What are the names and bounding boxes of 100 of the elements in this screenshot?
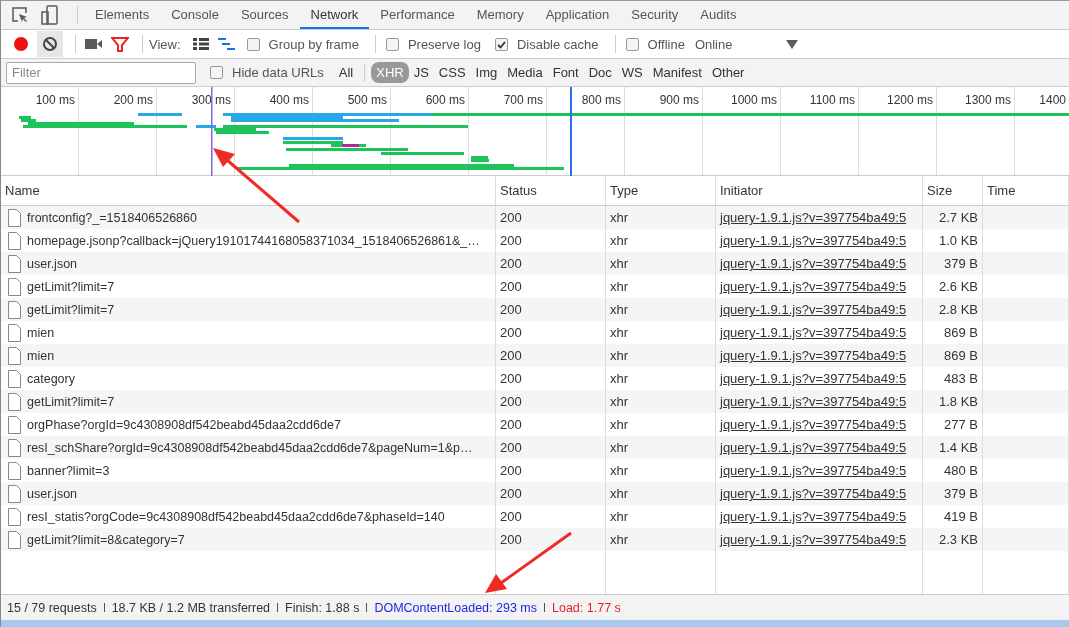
request-name[interactable]: category (27, 371, 75, 386)
request-name[interactable]: orgPhase?orgId=9c4308908df542beabd45daa2cdd6de7 (27, 417, 341, 432)
column-header[interactable]: Name (1, 176, 496, 205)
time-tick-label: 500 ms (347, 92, 388, 107)
checkbox[interactable] (246, 37, 260, 51)
time-tick-label: 400 ms (269, 92, 310, 107)
request-name[interactable]: banner?limit=3 (27, 463, 110, 478)
type-filter-button[interactable]: CSS (433, 62, 471, 83)
initiator-link[interactable]: jquery-1.9.1.js?v=397754ba49:5 (720, 394, 907, 409)
column-header[interactable]: Type (606, 176, 716, 205)
request-name[interactable]: resI_schShare?orgId=9c4308908df542beabd45daa2cdd6de7&pageNum=1&p… (27, 440, 473, 455)
request-type: xhr (610, 486, 629, 501)
checkbox[interactable] (625, 37, 639, 51)
column-header[interactable]: Initiator (716, 176, 923, 205)
type-filter-button[interactable]: Media (502, 62, 548, 83)
initiator-link[interactable]: jquery-1.9.1.js?v=397754ba49:5 (720, 348, 907, 363)
size-value: 1.8 KB (938, 394, 978, 409)
initiator-link[interactable]: jquery-1.9.1.js?v=397754ba49:5 (720, 325, 907, 340)
checkbox[interactable] (385, 37, 399, 51)
column-header[interactable]: Size (923, 176, 983, 205)
request-name[interactable]: mien (27, 325, 55, 340)
column-header[interactable]: Status (496, 176, 606, 205)
device-icon[interactable] (41, 5, 59, 25)
initiator-link[interactable]: jquery-1.9.1.js?v=397754ba49:5 (720, 371, 907, 386)
devtools-tab[interactable]: Memory (465, 1, 535, 29)
status-text: Load: 1.77 s (552, 600, 621, 615)
size-value: 379 B (944, 486, 978, 501)
time-tick-label: 600 ms (425, 92, 466, 107)
devtools-tab[interactable]: Console (160, 1, 230, 29)
record-icon[interactable] (12, 35, 30, 53)
initiator-link[interactable]: jquery-1.9.1.js?v=397754ba49:5 (720, 233, 907, 248)
time-tick-label: 800 ms (581, 92, 622, 107)
request-name[interactable]: getLimit?limit=8&category=7 (27, 532, 185, 547)
devtools-tab[interactable]: Audits (689, 1, 748, 29)
checkbox[interactable] (494, 37, 508, 51)
request-name[interactable]: getLimit?limit=7 (27, 302, 115, 317)
time-tick-label: 100 ms (35, 92, 76, 107)
status-code: 200 (500, 279, 522, 294)
devtools-tab[interactable]: Application (534, 1, 621, 29)
status-text: 15 / 79 requests (7, 600, 97, 615)
waterfall-view-icon[interactable] (217, 36, 236, 52)
filter-field[interactable]: Filter (6, 61, 196, 84)
initiator-link[interactable]: jquery-1.9.1.js?v=397754ba49:5 (720, 463, 907, 478)
initiator-link[interactable]: jquery-1.9.1.js?v=397754ba49:5 (720, 440, 907, 455)
size-value: 1.4 KB (938, 440, 978, 455)
column-header[interactable]: Time (983, 176, 1069, 205)
time-tick-label: 1000 ms (730, 92, 778, 107)
initiator-link[interactable]: jquery-1.9.1.js?v=397754ba49:5 (720, 256, 907, 271)
throttling-select[interactable]: Online (694, 36, 733, 52)
type-filter-button[interactable]: WS (616, 62, 648, 83)
list-view-icon[interactable] (192, 36, 209, 52)
size-value: 277 B (944, 417, 978, 432)
checkbox[interactable] (210, 66, 223, 79)
devtools-tab[interactable]: Sources (229, 1, 300, 29)
size-value: 379 B (944, 256, 978, 271)
dropdown-arrow-icon[interactable] (786, 39, 799, 49)
devtools-tab[interactable]: Elements (84, 1, 161, 29)
size-value: 419 B (944, 509, 978, 524)
initiator-link[interactable]: jquery-1.9.1.js?v=397754ba49:5 (720, 302, 907, 317)
size-value: 1.0 KB (938, 233, 978, 248)
request-name[interactable]: frontconfig?_=1518406526860 (27, 210, 197, 225)
request-name[interactable]: resI_statis?orgCode=9c4308908df542beabd45daa2cdd6de7&phaseId=140 (27, 509, 445, 524)
request-type: xhr (610, 325, 629, 340)
size-value: 2.3 KB (938, 532, 978, 547)
time-tick-label: 200 ms (113, 92, 154, 107)
type-filter-button[interactable]: Doc (583, 62, 617, 83)
status-code: 200 (500, 210, 522, 225)
request-name[interactable]: user.json (27, 486, 78, 501)
type-filter-button[interactable]: Font (547, 62, 584, 83)
status-code: 200 (500, 532, 522, 547)
time-tick-label: 1200 ms (886, 92, 934, 107)
file-icon (7, 276, 22, 297)
request-name[interactable]: homepage.jsonp?callback=jQuery19101744168058371034_1518406526861&_… (27, 233, 480, 248)
file-icon (7, 322, 22, 343)
initiator-link[interactable]: jquery-1.9.1.js?v=397754ba49:5 (720, 210, 907, 225)
type-filter-button[interactable]: Manifest (647, 62, 707, 83)
camera-icon[interactable] (84, 37, 102, 51)
clear-button[interactable] (37, 31, 63, 57)
status-code: 200 (500, 486, 522, 501)
filter-icon[interactable] (111, 35, 129, 53)
initiator-link[interactable]: jquery-1.9.1.js?v=397754ba49:5 (720, 486, 907, 501)
initiator-link[interactable]: jquery-1.9.1.js?v=397754ba49:5 (720, 417, 907, 432)
request-name[interactable]: mien (27, 348, 55, 363)
request-name[interactable]: getLimit?limit=7 (27, 279, 115, 294)
type-filter-button[interactable]: Img (470, 62, 503, 83)
devtools-tab[interactable]: Security (620, 1, 690, 29)
request-name[interactable]: getLimit?limit=7 (27, 394, 115, 409)
request-name[interactable]: user.json (27, 256, 78, 271)
devtools-tab[interactable]: Performance (369, 1, 466, 29)
option-label: Offline (647, 36, 685, 52)
type-filter-button[interactable]: JS (408, 62, 434, 83)
inspect-icon[interactable] (11, 6, 29, 24)
initiator-link[interactable]: jquery-1.9.1.js?v=397754ba49:5 (720, 532, 907, 547)
type-filter-button[interactable]: All (333, 62, 359, 83)
status-text: Finish: 1.88 s (285, 600, 360, 615)
type-filter-button[interactable]: Other (706, 62, 750, 83)
size-value: 480 B (944, 463, 978, 478)
initiator-link[interactable]: jquery-1.9.1.js?v=397754ba49:5 (720, 509, 907, 524)
request-type: xhr (610, 279, 629, 294)
initiator-link[interactable]: jquery-1.9.1.js?v=397754ba49:5 (720, 279, 907, 294)
